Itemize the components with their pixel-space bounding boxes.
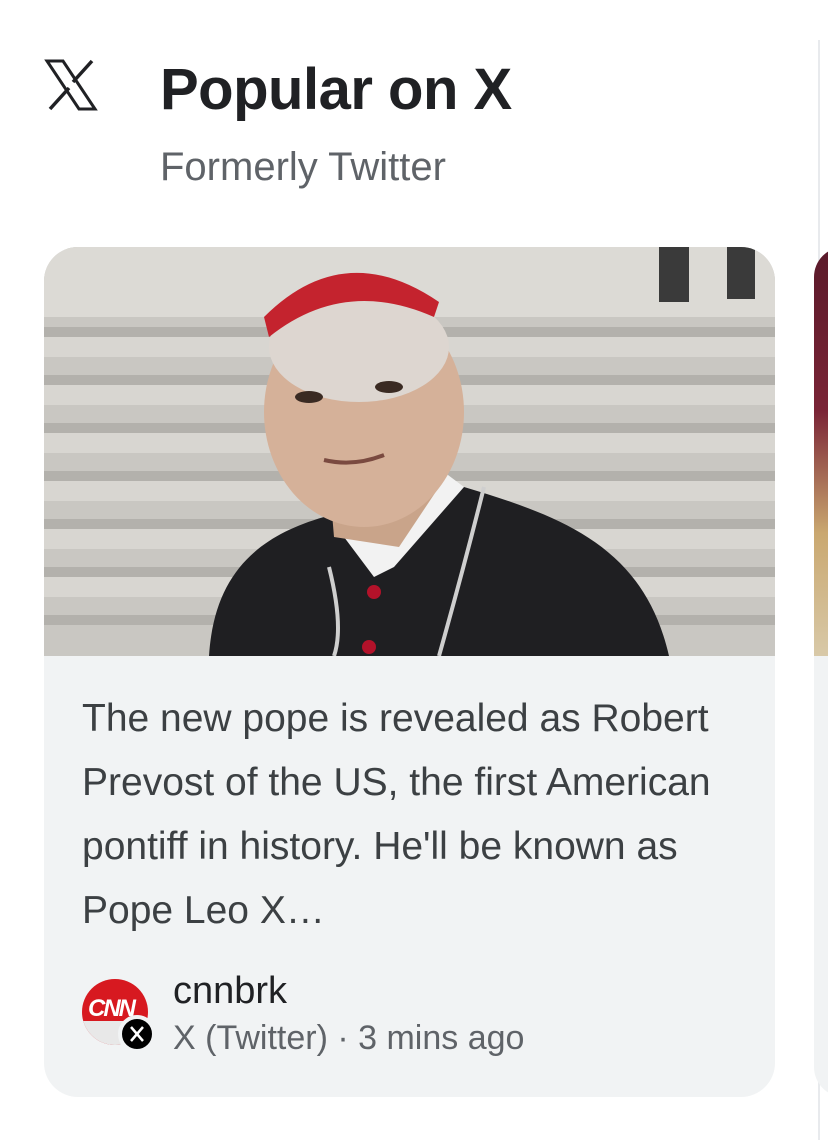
- post-source[interactable]: CNN cnnbrk X (Twitter) · 3 mins ago: [82, 969, 742, 1059]
- next-post-image: [814, 247, 828, 656]
- source-meta: X (Twitter) · 3 mins ago: [173, 1019, 525, 1057]
- post-image[interactable]: [44, 247, 775, 656]
- section-title: Popular on X: [160, 57, 512, 122]
- x-badge-icon: [118, 1015, 156, 1053]
- section-subtitle: Formerly Twitter: [160, 145, 446, 189]
- section-header: Popular on X Formerly Twitter: [0, 0, 828, 240]
- post-text[interactable]: The new pope is revealed as Robert Prevo…: [82, 687, 742, 943]
- source-name: cnnbrk: [173, 970, 288, 1012]
- next-post-card[interactable]: [814, 247, 828, 1097]
- post-card[interactable]: The new pope is revealed as Robert Prevo…: [44, 247, 775, 1097]
- x-logo-icon: [44, 59, 98, 111]
